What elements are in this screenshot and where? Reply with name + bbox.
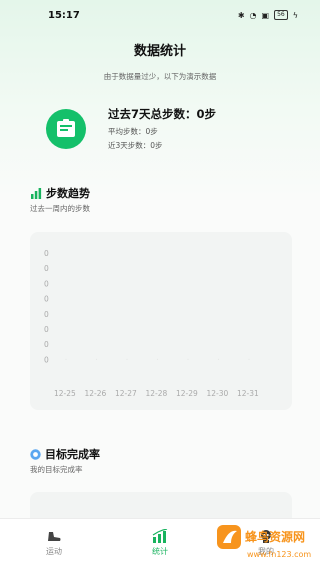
goal-title: 目标完成率 bbox=[45, 448, 100, 461]
svg-text:蜂鸟资源网: 蜂鸟资源网 bbox=[245, 529, 305, 544]
watermark-logo: 蜂鸟资源网 www.fn123.com bbox=[217, 525, 311, 559]
tab-stats[interactable]: 统计 bbox=[130, 527, 190, 557]
bluetooth-icon: ✱ bbox=[237, 10, 245, 20]
x-tick-label: 12-30 bbox=[207, 389, 229, 398]
y-tick-label: 0 bbox=[44, 325, 49, 334]
sim-icon: ▣ bbox=[261, 10, 270, 20]
trend-section-header: 步数趋势 bbox=[30, 185, 90, 201]
x-tick-label: 12-29 bbox=[176, 389, 198, 398]
average-steps-label: 平均步数：0步 bbox=[108, 127, 158, 136]
data-point bbox=[248, 358, 250, 360]
tab-exercise-label: 运动 bbox=[46, 547, 62, 556]
wifi-icon: ◔ bbox=[249, 10, 257, 20]
trend-subtitle: 过去一周内的步数 bbox=[30, 204, 90, 213]
goal-subtitle: 我的目标完成率 bbox=[30, 465, 83, 474]
stats-icon bbox=[130, 527, 190, 543]
chart-svg: 0 0 0 0 0 0 0 0 12-25 12-26 12-27 12-28 12-29 12-30 12… bbox=[44, 249, 259, 398]
data-point bbox=[95, 358, 98, 360]
data-point bbox=[217, 358, 220, 360]
data-point bbox=[126, 358, 128, 360]
tab-exercise[interactable]: 运动 bbox=[24, 527, 84, 557]
y-tick-label: 0 bbox=[44, 249, 49, 258]
x-tick-label: 12-31 bbox=[237, 389, 259, 398]
clipboard-icon bbox=[46, 109, 86, 149]
data-point bbox=[156, 358, 159, 360]
x-tick-label: 12-27 bbox=[115, 389, 137, 398]
status-time: 15:17 bbox=[48, 10, 80, 21]
status-bar: 15:17 ✱ ◔ ▣ 56 ϟ bbox=[0, 0, 320, 30]
steps-trend-chart: 0 0 0 0 0 0 0 0 12-25 12-26 12-27 12-28 12-29 12-30 12… bbox=[30, 232, 292, 410]
shoe-icon bbox=[24, 527, 84, 543]
x-tick-label: 12-26 bbox=[85, 389, 107, 398]
y-tick-label: 0 bbox=[44, 295, 49, 304]
charging-icon: ϟ bbox=[292, 10, 298, 20]
y-tick-label: 0 bbox=[44, 279, 49, 288]
target-icon bbox=[30, 448, 41, 460]
goal-section-header: 目标完成率 bbox=[30, 446, 100, 462]
page-title: 数据统计 bbox=[133, 44, 186, 59]
demo-data-notice: 由于数据量过少，以下为演示数据 bbox=[103, 72, 217, 81]
x-tick-label: 12-25 bbox=[54, 389, 76, 398]
y-tick-label: 0 bbox=[44, 310, 49, 319]
x-tick-label: 12-28 bbox=[146, 389, 168, 398]
data-point bbox=[187, 358, 189, 360]
y-tick-label: 0 bbox=[44, 355, 49, 364]
bar-chart-icon bbox=[31, 187, 42, 199]
svg-text:www.fn123.com: www.fn123.com bbox=[247, 550, 311, 559]
trend-title: 步数趋势 bbox=[46, 187, 90, 200]
recent-steps-label: 近3天步数：0步 bbox=[108, 141, 163, 150]
status-icons: ✱ ◔ ▣ 56 ϟ bbox=[238, 10, 298, 20]
data-point bbox=[65, 358, 67, 360]
tab-stats-label: 统计 bbox=[152, 547, 168, 556]
y-tick-label: 0 bbox=[44, 340, 49, 349]
battery-icon: 56 bbox=[274, 10, 288, 20]
y-tick-label: 0 bbox=[44, 264, 49, 273]
total-steps-label: 过去7天总步数：0步 bbox=[108, 107, 217, 121]
